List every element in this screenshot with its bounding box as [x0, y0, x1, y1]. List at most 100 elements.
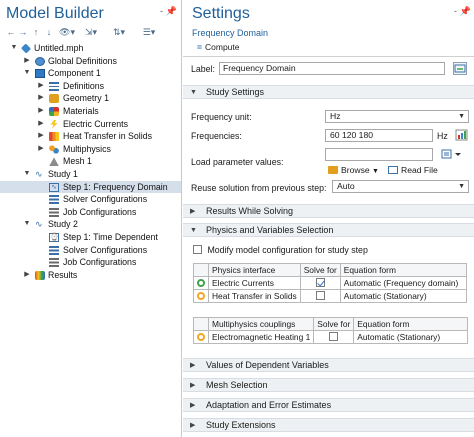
label-caption: Label:	[191, 64, 215, 74]
section-adaptation-error-estimates[interactable]: ▶ Adaptation and Error Estimates	[183, 398, 474, 412]
expand-toggle-icon[interactable]: ▶	[37, 92, 45, 105]
compute-button[interactable]: = Compute	[197, 42, 240, 52]
tree-node-multiphysics[interactable]: ▶ Multiphysics	[0, 143, 181, 156]
tree-node-results[interactable]: ▶ Results	[0, 269, 181, 282]
sort-icon[interactable]: ⇅▾	[110, 26, 128, 39]
read-file-label: Read File	[401, 165, 438, 175]
section-title: Physics and Variables Selection	[206, 225, 334, 235]
mesh-icon	[49, 157, 59, 167]
section-study-extensions[interactable]: ▶ Study Extensions	[183, 418, 474, 432]
section-study-settings[interactable]: ▼ Study Settings	[183, 85, 474, 99]
collapse-toggle-icon[interactable]: ▼	[10, 42, 18, 55]
frequencies-unit: Hz	[437, 131, 448, 141]
reuse-solution-select[interactable]: Auto ▼	[332, 180, 469, 193]
frequencies-input[interactable]: 60 120 180	[325, 129, 433, 142]
table-header: Physics interface Solve for Equation for…	[193, 263, 467, 277]
expand-toggle-icon[interactable]: ▶	[37, 118, 45, 131]
solve-for-checkbox[interactable]	[315, 291, 325, 300]
tree-node-root[interactable]: ▼ Untitled.mph	[0, 42, 181, 55]
section-title: Study Settings	[206, 87, 265, 97]
expand-toggle-icon[interactable]: ▶	[23, 55, 31, 68]
forward-arrow-icon[interactable]: →	[18, 26, 28, 39]
modify-configuration-checkbox[interactable]: Modify model configuration for study ste…	[193, 245, 368, 255]
electric-currents-icon	[50, 119, 58, 129]
study-icon: ∿	[35, 168, 43, 179]
compute-icon: =	[197, 42, 202, 52]
tree-node-definitions[interactable]: ▶ Definitions	[0, 80, 181, 93]
expand-toggle-icon: ▶	[190, 382, 196, 389]
table-row[interactable]: Electric Currents Automatic (Frequency d…	[193, 276, 467, 290]
load-parameter-input[interactable]	[325, 148, 433, 161]
expand-toggle-icon[interactable]: ▶	[37, 105, 45, 118]
pin-icon[interactable]: ‑ 📌	[454, 6, 471, 17]
frequency-unit-select[interactable]: Hz ▼	[325, 110, 469, 123]
section-results-while-solving[interactable]: ▶ Results While Solving	[183, 204, 474, 218]
study-icon: ∿	[35, 219, 43, 230]
label-options-icon[interactable]	[453, 62, 467, 75]
show-more-options-icon[interactable]: 👁▾	[58, 26, 76, 39]
job-configurations-icon	[49, 258, 59, 268]
label-input[interactable]: Frequency Domain	[219, 62, 445, 75]
browse-button[interactable]: Browse ▼	[328, 165, 379, 175]
tree-node-study-1[interactable]: ▼ ∿ Study 1	[0, 168, 181, 181]
physics-interface-name: Electric Currents	[208, 276, 301, 290]
tree-node-label: Step 1: Frequency Domain	[63, 181, 168, 192]
back-arrow-icon[interactable]: ←	[6, 26, 16, 39]
list-options-icon[interactable]	[441, 148, 463, 160]
move-down-icon[interactable]: ↓	[44, 26, 54, 39]
expand-toggle-icon: ▶	[190, 402, 196, 409]
expand-toggle-icon[interactable]: ▶	[23, 269, 31, 282]
expand-toggle-icon[interactable]: ▶	[37, 130, 45, 143]
tree-node-solver-configurations[interactable]: Solver Configurations	[0, 244, 181, 257]
section-mesh-selection[interactable]: ▶ Mesh Selection	[183, 378, 474, 392]
pin-icon[interactable]: ‑ 📌	[160, 6, 177, 17]
equation-form[interactable]: Automatic (Stationary)	[353, 330, 469, 344]
heat-transfer-status-icon	[197, 292, 205, 300]
tree-node-materials[interactable]: ▶ Materials	[0, 105, 181, 118]
tree-node-label: Electric Currents	[63, 118, 129, 129]
range-icon[interactable]	[455, 129, 468, 141]
tree-node-global-definitions[interactable]: ▶ Global Definitions	[0, 55, 181, 68]
tree-node-job-configurations[interactable]: Job Configurations	[0, 206, 181, 219]
tree-node-label: Job Configurations	[63, 206, 137, 217]
global-definitions-icon	[35, 56, 45, 66]
tree-node-electric-currents[interactable]: ▶ Electric Currents	[0, 118, 181, 131]
tree-node-label: Geometry 1	[63, 93, 109, 104]
model-builder-pane: Model Builder ‑ 📌 ← → ↑ ↓ 👁▾ ⇲▾ ⇅▾ ☰▾ ▼ …	[0, 0, 182, 437]
tree-node-label: Heat Transfer in Solids	[63, 131, 152, 142]
section-values-of-dependent-variables[interactable]: ▶ Values of Dependent Variables	[183, 358, 474, 372]
tree-node-component-1[interactable]: ▼ Component 1	[0, 67, 181, 80]
table-header: Multiphysics couplings Solve for Equatio…	[193, 317, 469, 331]
read-file-button[interactable]: Read File	[388, 165, 438, 175]
tree-node-job-configurations[interactable]: Job Configurations	[0, 256, 181, 269]
collapse-expand-icon[interactable]: ⇲▾	[82, 26, 100, 39]
move-up-icon[interactable]: ↑	[31, 26, 41, 39]
tree-node-step-frequency-domain[interactable]: ∿ Step 1: Frequency Domain	[0, 180, 181, 194]
tree-node-label: Results	[48, 269, 78, 280]
section-title: Adaptation and Error Estimates	[206, 400, 332, 410]
collapse-toggle-icon[interactable]: ▼	[23, 67, 31, 80]
tree-node-step-time-dependent[interactable]: ⌚ Step 1: Time Dependent	[0, 231, 181, 244]
collapse-toggle-icon[interactable]: ▼	[23, 168, 31, 181]
table-row[interactable]: Electromagnetic Heating 1 Automatic (Sta…	[193, 330, 469, 344]
solve-for-checkbox[interactable]	[315, 278, 325, 287]
tree-node-study-2[interactable]: ▼ ∿ Study 2	[0, 218, 181, 231]
expand-toggle-icon[interactable]: ▶	[37, 80, 45, 93]
table-row[interactable]: Heat Transfer in Solids Automatic (Stati…	[193, 289, 467, 303]
heat-transfer-icon	[49, 132, 59, 142]
list-view-icon[interactable]: ☰▾	[140, 26, 158, 39]
folder-icon	[328, 166, 338, 174]
equation-form[interactable]: Automatic (Frequency domain)	[339, 276, 467, 290]
collapse-toggle-icon[interactable]: ▼	[23, 218, 31, 231]
tree-node-heat-transfer[interactable]: ▶ Heat Transfer in Solids	[0, 130, 181, 143]
multiphysics-couplings-table: Multiphysics couplings Solve for Equatio…	[193, 317, 469, 344]
tree-node-mesh-1[interactable]: Mesh 1	[0, 155, 181, 168]
solve-for-checkbox[interactable]	[329, 332, 339, 341]
tree-node-solver-configurations[interactable]: Solver Configurations	[0, 193, 181, 206]
expand-toggle-icon[interactable]: ▶	[37, 143, 45, 156]
tree-node-geometry-1[interactable]: ▶ Geometry 1	[0, 92, 181, 105]
checkbox[interactable]	[193, 245, 202, 254]
equation-form[interactable]: Automatic (Stationary)	[339, 289, 467, 303]
section-physics-variables-selection[interactable]: ▼ Physics and Variables Selection	[183, 223, 474, 237]
chevron-down-icon: ▼	[458, 113, 465, 120]
